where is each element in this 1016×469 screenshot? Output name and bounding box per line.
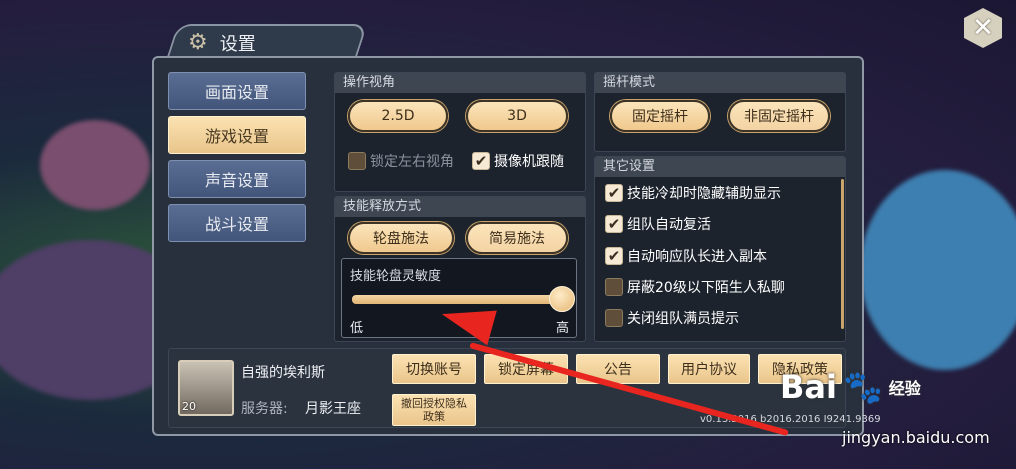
camera-3d-button[interactable]: 3D: [466, 100, 568, 132]
other-settings-header: 其它设置: [595, 157, 845, 177]
close-button[interactable]: ✕: [964, 8, 1002, 48]
other-setting-label: 技能冷却时隐藏辅助显示: [627, 186, 781, 202]
watermark-brand: Bai: [780, 368, 837, 406]
camera-2-5d-button[interactable]: 2.5D: [348, 100, 448, 132]
sidebar-item-game[interactable]: 游戏设置: [168, 116, 306, 154]
page-title: 设置: [219, 34, 256, 55]
other-setting-label: 组队自动复活: [627, 217, 711, 233]
server-name: 月影王座: [305, 401, 361, 417]
paw-icon: 🐾: [842, 368, 883, 406]
joystick-section-header: 摇杆模式: [595, 73, 845, 93]
skill-section-header: 技能释放方式: [335, 197, 585, 217]
user-agreement-button[interactable]: 用户协议: [668, 354, 750, 384]
other-setting-item[interactable]: ✔ 自动响应队长进入副本: [605, 246, 767, 266]
simple-cast-button[interactable]: 简易施法: [466, 222, 568, 254]
other-setting-item[interactable]: 关闭组队满员提示: [605, 308, 739, 328]
sensitivity-low-label: 低: [350, 321, 364, 336]
sensitivity-high-label: 高: [556, 321, 570, 336]
check-icon: ✔: [472, 152, 490, 170]
camera-section-header: 操作视角: [335, 73, 585, 93]
lock-view-checkbox[interactable]: 锁定左右视角: [348, 151, 454, 171]
check-icon: ✔: [605, 215, 623, 233]
check-icon: ✔: [605, 247, 623, 265]
player-name: 自强的埃利斯: [241, 365, 325, 381]
sidebar-item-sound[interactable]: 声音设置: [168, 160, 306, 198]
close-icon: ✕: [972, 13, 994, 43]
switch-account-button[interactable]: 切换账号: [392, 354, 476, 384]
checkbox-unchecked-icon: [348, 152, 366, 170]
other-setting-item[interactable]: ✔ 技能冷却时隐藏辅助显示: [605, 183, 781, 203]
fixed-joystick-button[interactable]: 固定摇杆: [610, 100, 710, 132]
settings-tab: ⚙ 设置: [188, 30, 256, 56]
revoke-privacy-button[interactable]: 撤回授权隐私政策: [392, 394, 476, 426]
baidu-watermark: Bai 🐾 经验: [780, 368, 921, 406]
background-plant: [40, 120, 150, 210]
checkbox-unchecked-icon: [605, 278, 623, 296]
camera-follow-label: 摄像机跟随: [494, 154, 564, 170]
other-setting-item[interactable]: 屏蔽20级以下陌生人私聊: [605, 277, 785, 297]
watermark-url: jingyan.baidu.com: [842, 428, 990, 447]
sensitivity-label: 技能轮盘灵敏度: [350, 269, 442, 284]
avatar-level: 20: [182, 400, 196, 413]
other-setting-item[interactable]: ✔ 组队自动复活: [605, 214, 711, 234]
avatar: 20: [178, 360, 234, 416]
gear-icon: ⚙: [188, 30, 208, 55]
sidebar-item-combat[interactable]: 战斗设置: [168, 204, 306, 242]
background-mushroom: [860, 170, 1016, 370]
other-setting-label: 自动响应队长进入副本: [627, 249, 767, 265]
camera-follow-checkbox[interactable]: ✔ 摄像机跟随: [472, 151, 564, 171]
other-setting-label: 关闭组队满员提示: [627, 311, 739, 327]
camera-section: 操作视角: [334, 72, 586, 192]
sensitivity-knob[interactable]: [549, 286, 575, 312]
checkbox-unchecked-icon: [605, 309, 623, 327]
server-label: 服务器:: [241, 401, 288, 417]
other-setting-label: 屏蔽20级以下陌生人私聊: [627, 280, 785, 296]
wheel-cast-button[interactable]: 轮盘施法: [348, 222, 454, 254]
check-icon: ✔: [605, 184, 623, 202]
free-joystick-button[interactable]: 非固定摇杆: [728, 100, 830, 132]
scrollbar[interactable]: [841, 179, 844, 329]
sidebar-item-display[interactable]: 画面设置: [168, 72, 306, 110]
watermark-suffix: 经验: [888, 379, 921, 398]
lock-view-label: 锁定左右视角: [370, 154, 454, 170]
